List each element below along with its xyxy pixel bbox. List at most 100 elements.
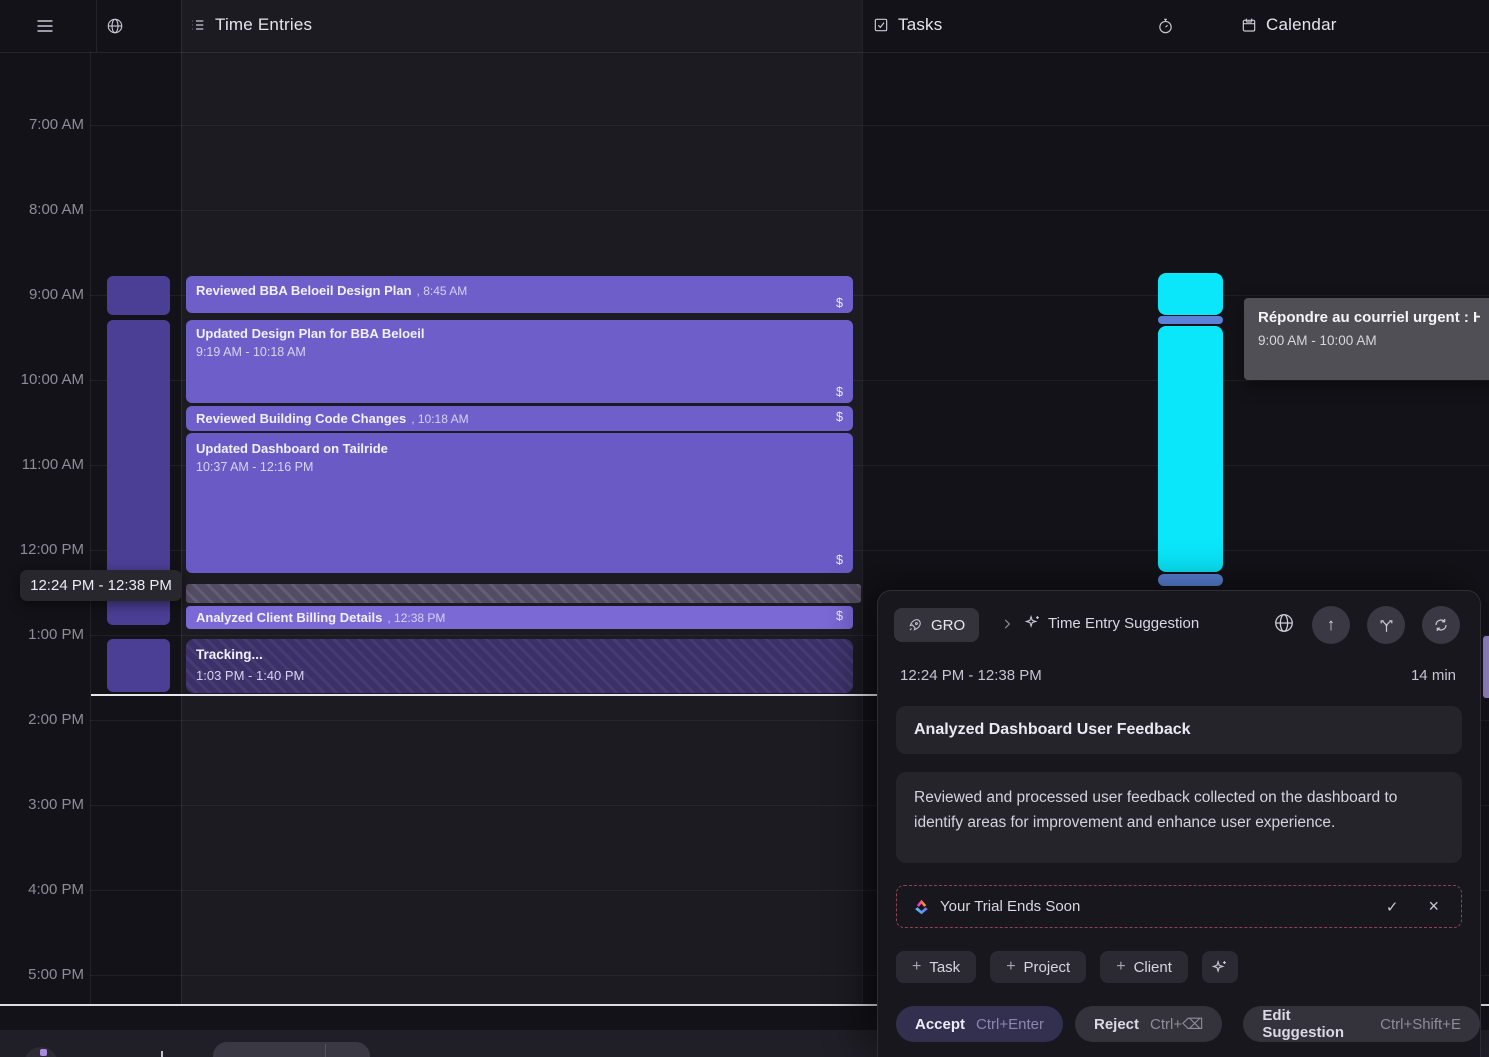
- entry-title: Reviewed Building Code Changes: [196, 411, 406, 426]
- add-project-label: Project: [1024, 959, 1071, 976]
- calendar-event-small[interactable]: [1158, 316, 1223, 324]
- trial-banner[interactable]: Your Trial Ends Soon ✓ ×: [896, 885, 1462, 928]
- split-entry-button[interactable]: [1367, 606, 1405, 644]
- accept-button[interactable]: Accept Ctrl+Enter: [896, 1006, 1063, 1042]
- sparkles-icon: [1024, 614, 1041, 631]
- add-task-button[interactable]: + Task: [896, 951, 976, 983]
- tracking-entry[interactable]: Tracking... 1:03 PM - 1:40 PM: [186, 639, 853, 693]
- suggestion-breadcrumb-title: Time Entry Suggestion: [1048, 615, 1199, 632]
- add-project-button[interactable]: + Project: [990, 951, 1086, 983]
- toolbar-tick: [161, 1051, 163, 1057]
- dismiss-suggestion-icon[interactable]: ×: [1428, 896, 1439, 917]
- suggestion-placeholder-stripes[interactable]: [186, 584, 861, 603]
- hamburger-menu-icon[interactable]: [34, 16, 56, 36]
- billable-icon: $: [836, 385, 843, 399]
- globe-icon[interactable]: [1273, 612, 1295, 634]
- move-up-button[interactable]: ↑: [1312, 606, 1350, 644]
- hour-label: 8:00 AM: [0, 200, 84, 220]
- billable-icon: $: [836, 609, 843, 623]
- refresh-button[interactable]: [1422, 606, 1460, 644]
- time-tracker-app: Time Entries Tasks Calendar 7:00 AM 8:00…: [0, 0, 1489, 1057]
- rocket-icon: [908, 618, 922, 632]
- time-entries-title: Time Entries: [215, 15, 312, 35]
- project-chip[interactable]: GRO: [894, 608, 979, 642]
- current-time-indicator: [91, 694, 877, 696]
- edit-suggestion-button[interactable]: Edit Suggestion Ctrl+Shift+E: [1243, 1006, 1480, 1042]
- entry-time: 10:37 AM - 12:16 PM: [196, 460, 843, 474]
- refresh-icon: [1433, 617, 1449, 633]
- calendar-event-small[interactable]: [1158, 574, 1223, 586]
- hour-label: 1:00 PM: [0, 625, 84, 645]
- add-client-label: Client: [1134, 959, 1172, 976]
- time-entry[interactable]: Reviewed Building Code Changes , 10:18 AM…: [186, 406, 853, 431]
- calendar-event[interactable]: [1158, 326, 1223, 572]
- hour-label: 5:00 PM: [0, 965, 84, 985]
- up-arrow-icon: ↑: [1327, 615, 1336, 635]
- stopwatch-icon[interactable]: [1157, 17, 1174, 35]
- reject-label: Reject: [1094, 1016, 1139, 1033]
- split-branch-icon: [1378, 617, 1395, 634]
- tasks-header: Tasks: [873, 15, 942, 35]
- sparkles-icon: [1211, 959, 1228, 976]
- entry-time: , 10:18 AM: [411, 412, 468, 426]
- entry-time: 1:03 PM - 1:40 PM: [196, 668, 843, 683]
- suggestion-time-range: 12:24 PM - 12:38 PM: [900, 667, 1042, 684]
- plus-icon: +: [912, 958, 921, 976]
- tracker-control-pill[interactable]: [213, 1042, 370, 1057]
- entry-title: Reviewed BBA Beloeil Design Plan: [196, 283, 412, 298]
- reject-button[interactable]: Reject Ctrl+⌫: [1075, 1006, 1222, 1042]
- calendar-event-time: 9:00 AM - 10:00 AM: [1258, 333, 1480, 348]
- hour-label: 2:00 PM: [0, 710, 84, 730]
- accept-shortcut: Ctrl+Enter: [976, 1016, 1044, 1033]
- calendar-event[interactable]: [1158, 273, 1223, 315]
- tracker-pill-divider: [325, 1044, 326, 1057]
- time-entry-suggestion-panel: GRO Time Entry Suggestion ↑ 12:24 PM - 1…: [877, 590, 1481, 1057]
- entry-title: Analyzed Client Billing Details: [196, 610, 382, 625]
- calendar-event-tooltip: Répondre au courriel urgent : Hood A 9:0…: [1244, 298, 1489, 380]
- time-entry[interactable]: Updated Dashboard on Tailride 10:37 AM -…: [186, 433, 853, 573]
- plus-icon: +: [1006, 958, 1015, 976]
- suggestion-description-text: Reviewed and processed user feedback col…: [914, 789, 1397, 831]
- hour-label: 4:00 PM: [0, 880, 84, 900]
- entry-title: Updated Design Plan for BBA Beloeil: [196, 326, 843, 341]
- mini-time-block[interactable]: [107, 639, 170, 692]
- add-task-label: Task: [929, 959, 960, 976]
- calendar-icon: [1241, 17, 1257, 33]
- ai-sparkles-button[interactable]: [1202, 951, 1238, 983]
- mini-column-border: [181, 0, 182, 1005]
- time-entry[interactable]: Updated Design Plan for BBA Beloeil 9:19…: [186, 320, 853, 403]
- hour-label: 3:00 PM: [0, 795, 84, 815]
- add-client-button[interactable]: + Client: [1100, 951, 1188, 983]
- entry-time: 9:19 AM - 10:18 AM: [196, 345, 843, 359]
- project-chip-label: GRO: [931, 617, 965, 634]
- mini-time-block[interactable]: [107, 276, 170, 315]
- entry-time: , 8:45 AM: [417, 284, 468, 298]
- header-border: [0, 52, 1489, 53]
- tasks-title: Tasks: [898, 15, 942, 35]
- hour-gridline: [90, 125, 1489, 126]
- clickup-icon: [913, 898, 930, 916]
- clipped-entry-edge: [1483, 636, 1489, 698]
- trial-banner-text: Your Trial Ends Soon: [940, 898, 1080, 915]
- main-column-border: [862, 0, 863, 1005]
- hour-label: 9:00 AM: [0, 285, 84, 305]
- suggestion-title-text: Analyzed Dashboard User Feedback: [914, 721, 1191, 739]
- hour-label: 11:00 AM: [0, 455, 84, 475]
- time-entry[interactable]: Analyzed Client Billing Details, 12:38 P…: [186, 606, 853, 629]
- approve-suggestion-icon[interactable]: ✓: [1386, 898, 1399, 916]
- header-divider: [96, 0, 97, 52]
- entry-title: Updated Dashboard on Tailride: [196, 441, 843, 456]
- billable-icon: $: [836, 553, 843, 567]
- time-range-tooltip: 12:24 PM - 12:38 PM: [20, 570, 182, 601]
- hour-label: 12:00 PM: [0, 540, 84, 560]
- hour-gridline: [90, 210, 1489, 211]
- billable-icon: $: [836, 410, 843, 424]
- plus-icon: +: [1116, 958, 1125, 976]
- globe-icon[interactable]: [106, 17, 124, 35]
- gutter-border: [90, 52, 91, 1005]
- chevron-right-icon: [1000, 615, 1014, 633]
- time-entry[interactable]: Reviewed BBA Beloeil Design Plan , 8:45 A…: [186, 276, 853, 313]
- suggestion-description-field[interactable]: Reviewed and processed user feedback col…: [896, 772, 1462, 863]
- reject-shortcut: Ctrl+⌫: [1150, 1015, 1203, 1033]
- suggestion-title-field[interactable]: Analyzed Dashboard User Feedback: [896, 706, 1462, 754]
